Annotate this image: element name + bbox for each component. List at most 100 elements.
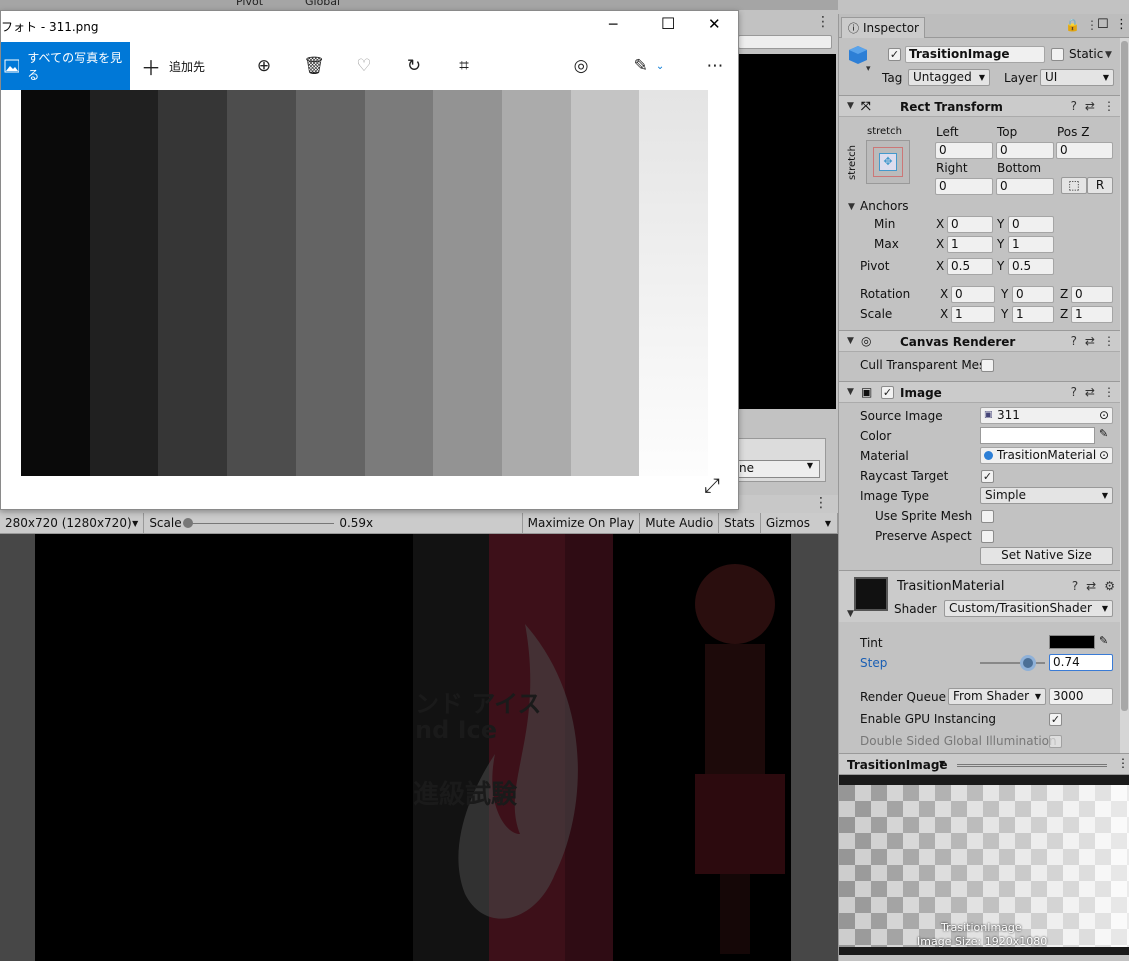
- raw-edit-button[interactable]: R: [1087, 177, 1113, 194]
- scene-menu-icon[interactable]: ⋮: [815, 14, 831, 30]
- resolution-dropdown[interactable]: 280x720 (1280x720) ▼: [0, 512, 145, 534]
- game-menu-icon[interactable]: ⋮: [814, 495, 828, 511]
- scale-slider-track[interactable]: [189, 522, 335, 524]
- scene-search-input[interactable]: [738, 35, 832, 49]
- right-input[interactable]: 0: [935, 178, 993, 195]
- material-header[interactable]: TrasitionMaterial ?⇄⚙ Shader Custom/Tras…: [839, 570, 1129, 622]
- pivot-x-input[interactable]: 0.5: [947, 258, 993, 275]
- slideshow-icon[interactable]: ◎: [561, 42, 601, 90]
- tab-inspector[interactable]: ⓘ Inspector: [841, 17, 925, 38]
- zoom-in-icon[interactable]: ⊕: [244, 42, 284, 90]
- raycast-target-checkbox[interactable]: ✓: [981, 470, 994, 483]
- rotation-y-input[interactable]: 0: [1012, 286, 1054, 303]
- image-type-dropdown[interactable]: Simple ▼: [980, 487, 1113, 504]
- scale-control[interactable]: Scale 0.59x: [144, 512, 523, 534]
- expand-icon[interactable]: ⤢: [704, 473, 720, 497]
- step-input[interactable]: 0.74: [1049, 654, 1113, 671]
- scale-y-input[interactable]: 1: [1012, 306, 1054, 323]
- set-native-size-button[interactable]: Set Native Size: [980, 547, 1113, 565]
- chevron-down-icon[interactable]: ▼: [1105, 50, 1112, 60]
- add-to-button[interactable]: ＋ 追加先: [141, 42, 205, 90]
- double-sided-gi-checkbox[interactable]: [1049, 735, 1062, 748]
- more-icon[interactable]: ⋯: [695, 42, 735, 90]
- close-button[interactable]: ✕: [708, 15, 721, 33]
- scale-z-input[interactable]: 1: [1071, 306, 1113, 323]
- maximize-on-play-toggle[interactable]: Maximize On Play: [523, 512, 641, 534]
- canvas-renderer-header[interactable]: ▼ ◎ Canvas Renderer ?⇄⋮: [839, 330, 1129, 352]
- preserve-aspect-checkbox[interactable]: [981, 530, 994, 543]
- shader-dropdown[interactable]: Custom/TrasitionShader ▼: [944, 600, 1113, 617]
- bottom-input[interactable]: 0: [996, 178, 1054, 195]
- stats-toggle[interactable]: Stats: [719, 512, 761, 534]
- cull-transparent-checkbox[interactable]: [981, 359, 994, 372]
- eyedropper-icon[interactable]: ✎: [1099, 427, 1108, 440]
- anchor-min-x-input[interactable]: 0: [947, 216, 993, 233]
- chevron-down-icon[interactable]: ▼: [939, 759, 945, 768]
- pivot-toggle[interactable]: Pivot: [236, 0, 263, 8]
- maximize-button[interactable]: ☐: [661, 14, 675, 33]
- scene-dropdown[interactable]: ne ▼: [738, 460, 820, 478]
- checker-cell: [919, 865, 935, 881]
- render-queue-dropdown[interactable]: From Shader ▼: [948, 688, 1046, 705]
- panel-menu-icon[interactable]: ⋮: [1115, 17, 1128, 32]
- maximize-panel-icon[interactable]: ☐: [1097, 17, 1109, 32]
- material-field[interactable]: TrasitionMaterial ⊙: [980, 447, 1113, 464]
- checker-cell: [1063, 833, 1079, 849]
- rotation-z-input[interactable]: 0: [1071, 286, 1113, 303]
- chevron-down-icon[interactable]: ▾: [866, 64, 871, 74]
- object-picker-icon[interactable]: ⊙: [1099, 408, 1109, 423]
- object-picker-icon[interactable]: ⊙: [1099, 448, 1109, 463]
- minimize-button[interactable]: ─: [609, 17, 617, 33]
- see-all-photos-button[interactable]: すべての写真を見る: [1, 42, 130, 90]
- active-checkbox[interactable]: ✓: [888, 48, 901, 61]
- component-menu-icons[interactable]: ?⇄⋮: [1071, 334, 1123, 348]
- step-slider-handle[interactable]: [1020, 655, 1037, 671]
- scrollbar-thumb[interactable]: [1121, 41, 1128, 711]
- render-queue-input[interactable]: 3000: [1049, 688, 1113, 705]
- edit-icon[interactable]: ✎ ⌄: [629, 42, 669, 90]
- checker-cell: [1095, 881, 1111, 897]
- favorite-icon[interactable]: ♡: [344, 42, 384, 90]
- crop-icon[interactable]: ⌗: [444, 42, 484, 90]
- pivot-y-input[interactable]: 0.5: [1008, 258, 1054, 275]
- inspector-scrollbar[interactable]: [1120, 38, 1129, 753]
- gpu-instancing-checkbox[interactable]: ✓: [1049, 713, 1062, 726]
- checker-cell: [983, 865, 999, 881]
- source-image-field[interactable]: ▣ 311 ⊙: [980, 407, 1113, 424]
- layer-dropdown[interactable]: UI ▼: [1040, 69, 1114, 86]
- delete-icon[interactable]: 🗑: [294, 42, 334, 90]
- scale-x-input[interactable]: 1: [951, 306, 995, 323]
- anchor-presets-button[interactable]: ✥: [866, 140, 910, 184]
- tag-dropdown[interactable]: Untagged ▼: [908, 69, 990, 86]
- component-menu-icons[interactable]: ?⇄⋮: [1071, 99, 1123, 113]
- use-sprite-mesh-checkbox[interactable]: [981, 510, 994, 523]
- mute-audio-toggle[interactable]: Mute Audio: [640, 512, 720, 534]
- left-input[interactable]: 0: [935, 142, 993, 159]
- posz-input[interactable]: 0: [1056, 142, 1113, 159]
- gizmos-dropdown[interactable]: Gizmos ▼: [761, 512, 838, 534]
- rotate-icon[interactable]: ↻: [394, 42, 434, 90]
- rotation-x-input[interactable]: 0: [951, 286, 995, 303]
- eyedropper-icon[interactable]: ✎: [1099, 634, 1108, 647]
- object-name-input[interactable]: TrasitionImage: [905, 46, 1045, 63]
- anchor-min-y-input[interactable]: 0: [1008, 216, 1054, 233]
- global-toggle[interactable]: Global: [305, 0, 340, 8]
- rect-transform-header[interactable]: ▼ ⤧ Rect Transform ?⇄⋮: [839, 95, 1129, 117]
- chevron-down-icon[interactable]: ▼: [848, 202, 855, 212]
- preview-menu-icon[interactable]: ⋮: [1117, 756, 1129, 770]
- top-input[interactable]: 0: [996, 142, 1054, 159]
- component-menu-icons[interactable]: ?⇄⚙: [1072, 579, 1123, 593]
- tint-swatch[interactable]: [1049, 635, 1095, 649]
- anchor-max-y-input[interactable]: 1: [1008, 236, 1054, 253]
- preview-title-dropdown[interactable]: TrasitionImage: [847, 758, 948, 772]
- preview-drag-handle[interactable]: [957, 764, 1107, 767]
- blueprint-mode-button[interactable]: ⬚: [1061, 177, 1087, 194]
- anchor-max-x-input[interactable]: 1: [947, 236, 993, 253]
- component-menu-icons[interactable]: ?⇄⋮: [1071, 385, 1123, 399]
- color-swatch[interactable]: [980, 427, 1095, 444]
- scale-slider-handle[interactable]: [183, 517, 194, 528]
- image-header[interactable]: ▼ ▣ ✓ Image ?⇄⋮: [839, 381, 1129, 403]
- image-enabled-checkbox[interactable]: ✓: [881, 386, 894, 399]
- checker-cell: [1079, 833, 1095, 849]
- static-checkbox[interactable]: [1051, 48, 1064, 61]
